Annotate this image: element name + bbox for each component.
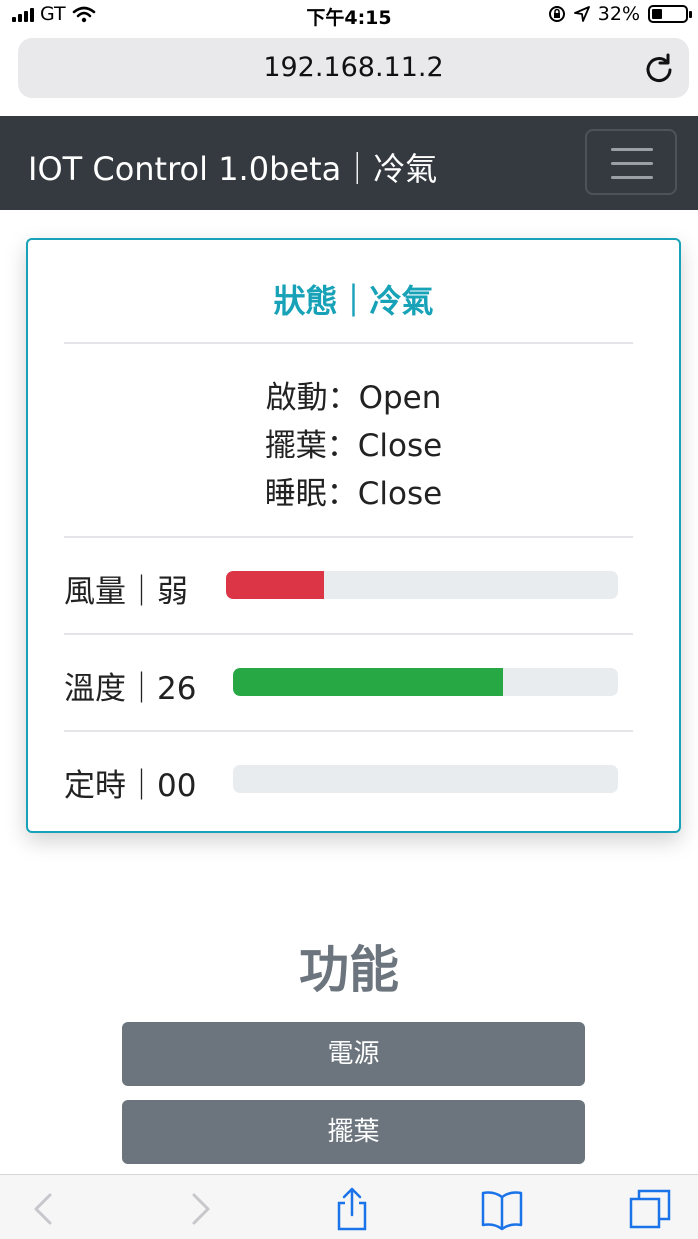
share-icon[interactable] [330, 1187, 374, 1231]
tabs-icon[interactable] [628, 1187, 672, 1231]
bookmarks-icon[interactable] [480, 1187, 524, 1231]
battery-icon [648, 5, 692, 23]
timer-label: 定時｜00 [64, 768, 197, 804]
reload-icon[interactable] [643, 52, 675, 84]
url-text[interactable]: 192.168.11.2 [18, 52, 689, 83]
forward-icon[interactable] [178, 1187, 222, 1231]
temperature-label: 溫度｜26 [64, 671, 197, 707]
navbar: IOT Control 1.0beta｜冷氣 [0, 116, 698, 210]
timer-progress [233, 765, 618, 793]
navbar-brand[interactable]: IOT Control 1.0beta｜冷氣 [28, 144, 437, 190]
state-power: 啟動：Open [265, 380, 442, 416]
status-card: 狀態｜冷氣 啟動：Open 擺葉：Close 睡眠：Close 風量｜弱 溫度｜… [26, 238, 681, 833]
battery-percent: 32% [597, 3, 640, 25]
state-swing: 擺葉：Close [264, 428, 443, 464]
divider [64, 730, 633, 732]
address-bar[interactable]: 192.168.11.2 [18, 38, 689, 98]
location-arrow-icon [573, 6, 590, 22]
power-button[interactable]: 電源 [122, 1022, 585, 1086]
divider [64, 536, 633, 538]
status-card-title: 狀態｜冷氣 [273, 282, 434, 320]
fan-speed-fill [226, 571, 324, 599]
navbar-toggle-button[interactable] [585, 129, 677, 195]
temperature-fill [233, 668, 503, 696]
back-icon[interactable] [22, 1187, 66, 1231]
hamburger-icon [611, 148, 653, 151]
rotation-lock-icon [548, 6, 565, 22]
divider [64, 342, 633, 344]
functions-title: 功能 [299, 941, 399, 999]
state-sleep: 睡眠：Close [264, 476, 443, 512]
ios-status-bar: GT 下午4:15 32% [0, 0, 698, 30]
browser-toolbar [0, 1174, 698, 1239]
fan-speed-progress [226, 571, 618, 599]
browser-url-area: 192.168.11.2 [0, 30, 698, 116]
status-right: 32% [548, 3, 692, 25]
fan-speed-label: 風量｜弱 [64, 574, 188, 610]
temperature-progress [233, 668, 618, 696]
swing-button[interactable]: 擺葉 [122, 1100, 585, 1164]
divider [64, 633, 633, 635]
